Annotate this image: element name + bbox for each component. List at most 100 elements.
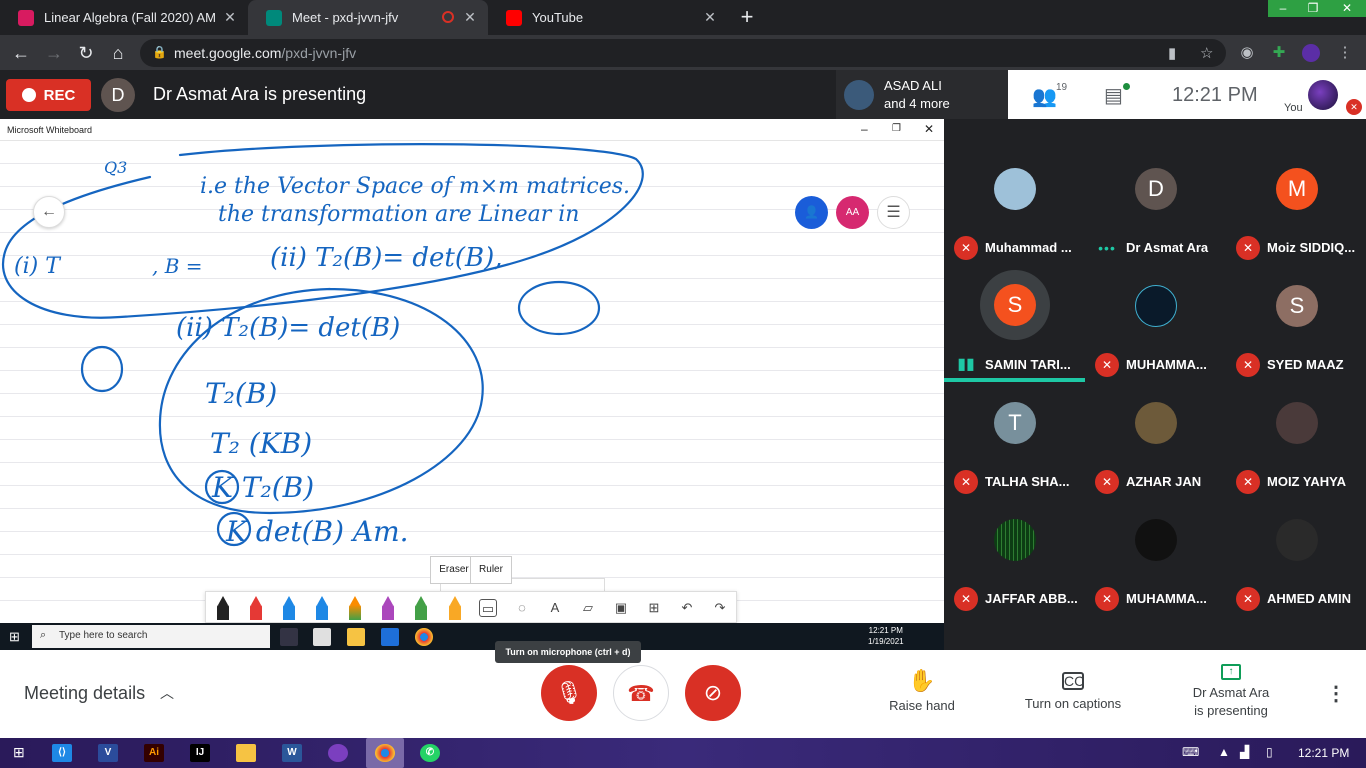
camera-toggle-button[interactable]: ⊘ — [685, 665, 741, 721]
address-bar[interactable]: 🔒 meet.google.com/pxd-jvvn-jfv ▮ ☆ — [140, 39, 1226, 67]
visio-icon[interactable]: V — [98, 744, 118, 762]
redo-icon[interactable]: ↷ — [711, 599, 729, 617]
participant-tile[interactable]: D ••• Dr Asmat Ara — [1085, 150, 1226, 267]
highlighter-green-icon[interactable] — [414, 596, 428, 620]
participant-name: MUHAMMA... — [1126, 591, 1207, 606]
participant-avatar — [1135, 519, 1177, 561]
camera-icon[interactable]: ▮ — [1168, 44, 1176, 62]
participant-tile[interactable]: ✕ AHMED AMIN — [1226, 501, 1366, 618]
back-icon[interactable]: ← — [10, 42, 32, 64]
taskview-icon — [280, 628, 298, 646]
participant-tile[interactable]: ✕ AZHAR JAN — [1085, 384, 1226, 501]
close-icon[interactable]: ✕ — [924, 122, 934, 136]
os-clock: 12:21 PM — [1298, 746, 1350, 760]
lasso-icon[interactable]: ◌ — [513, 599, 531, 617]
close-icon[interactable]: ✕ — [222, 9, 238, 25]
close-window-button[interactable]: ✕ — [1328, 0, 1366, 17]
pen-blue2-icon[interactable] — [315, 596, 329, 620]
whiteboard-user-avatar[interactable]: 👤 — [795, 196, 828, 229]
presenter-search: ⌕ Type here to search — [32, 625, 270, 648]
forward-icon[interactable]: → — [43, 42, 65, 64]
recording-icon — [442, 11, 454, 23]
windows-start-icon[interactable]: ⊞ — [13, 744, 25, 761]
tab-meet[interactable]: Meet - pxd-jvvn-jfv ✕ — [248, 0, 488, 35]
present-screen-icon: ↑ — [1221, 664, 1241, 680]
whiteboard-user-avatar-aa[interactable]: AA — [836, 196, 869, 229]
chat-icon[interactable]: ▤ — [1104, 83, 1123, 108]
tab-linear-algebra[interactable]: Linear Algebra (Fall 2020) AM ✕ — [0, 0, 248, 35]
explorer-icon[interactable] — [236, 744, 256, 762]
keyboard-icon[interactable]: ⌨ — [1182, 745, 1199, 759]
pen-black-icon[interactable] — [216, 596, 230, 620]
word-icon[interactable]: W — [282, 744, 302, 762]
new-tab-button[interactable]: + — [735, 6, 759, 30]
pen-purple-icon[interactable] — [381, 596, 395, 620]
text-icon[interactable]: A — [546, 599, 564, 617]
close-icon[interactable]: ✕ — [462, 9, 478, 25]
active-speakers[interactable]: ASAD ALI and 4 more — [836, 70, 1008, 119]
whiteboard-titlebar: Microsoft Whiteboard – ❐ ✕ — [0, 119, 944, 141]
chevron-up-icon[interactable]: ▲ — [1218, 745, 1230, 759]
undo-icon[interactable]: ↶ — [678, 599, 696, 617]
participant-tile[interactable]: ✕ MOIZ YAHYA — [1226, 384, 1366, 501]
intellij-icon[interactable]: IJ — [190, 744, 210, 762]
minimize-icon[interactable]: – — [861, 122, 868, 136]
image-icon[interactable]: ▣ — [612, 599, 630, 617]
illustrator-icon[interactable]: Ai — [144, 744, 164, 762]
shared-screen: Microsoft Whiteboard – ❐ ✕ i.e the Vecto… — [0, 119, 944, 650]
meeting-details-button[interactable]: Meeting details — [24, 683, 145, 704]
svg-text:T₂ (KB): T₂ (KB) — [210, 427, 312, 460]
whiteboard-back-button[interactable]: ← — [33, 196, 65, 228]
discord-icon[interactable] — [328, 744, 348, 762]
screenshot-icon[interactable]: ◉ — [1238, 44, 1256, 62]
whiteboard-window-title: Microsoft Whiteboard — [7, 125, 93, 135]
minimize-button[interactable]: – — [1268, 0, 1298, 17]
participant-tile[interactable]: ✕ JAFFAR ABB... — [944, 501, 1085, 618]
chevron-up-icon[interactable]: ︿ — [160, 683, 174, 703]
participant-avatar — [994, 168, 1036, 210]
extensions-icon[interactable]: ✚ — [1270, 44, 1288, 62]
chrome-icon[interactable] — [375, 744, 395, 762]
pen-blue-icon[interactable] — [282, 596, 296, 620]
pen-rainbow-icon[interactable] — [348, 596, 362, 620]
tab-youtube[interactable]: YouTube ✕ — [488, 0, 728, 35]
presenting-dots-icon: ••• — [1098, 240, 1116, 256]
profile-avatar[interactable] — [1302, 44, 1320, 62]
pen-red-icon[interactable] — [249, 596, 263, 620]
whiteboard-canvas[interactable]: i.e the Vector Space of m×m matrices. th… — [0, 141, 944, 621]
restore-icon[interactable]: ❐ — [892, 123, 901, 134]
star-icon[interactable]: ☆ — [1200, 44, 1213, 62]
battery-icon[interactable]: ▯ — [1266, 745, 1273, 759]
participant-tile[interactable]: S ✕ SYED MAAZ — [1226, 267, 1366, 384]
highlighter-yellow-icon[interactable] — [448, 596, 462, 620]
network-icon[interactable]: ▟ — [1240, 745, 1249, 759]
menu-icon[interactable]: ⋮ — [1336, 44, 1354, 62]
whatsapp-icon[interactable]: ✆ — [420, 744, 440, 762]
presenting-button[interactable]: ↑ Dr Asmat Ara is presenting — [1180, 660, 1282, 720]
participant-tile[interactable]: ✕ Muhammad ... — [944, 150, 1085, 267]
participant-tile[interactable]: ✕ MUHAMMA... — [1085, 501, 1226, 618]
insert-icon[interactable]: ⊞ — [645, 599, 663, 617]
captions-button[interactable]: CC Turn on captions — [1020, 668, 1126, 711]
whiteboard-menu-icon[interactable]: ☰ — [877, 196, 910, 229]
reload-icon[interactable]: ↻ — [75, 42, 97, 64]
participant-name: Dr Asmat Ara — [1126, 240, 1209, 255]
restore-button[interactable]: ❐ — [1298, 0, 1328, 17]
participant-tile[interactable]: S ▮▮ SAMIN TARI... — [944, 267, 1085, 384]
svg-text:T₂(B): T₂(B) — [205, 377, 277, 410]
home-icon[interactable]: ⌂ — [107, 42, 129, 64]
participant-tile[interactable]: T ✕ TALHA SHA... — [944, 384, 1085, 501]
self-avatar[interactable] — [1308, 80, 1338, 110]
people-icon[interactable]: 👥 — [1032, 84, 1057, 109]
leave-call-button[interactable]: ☎ — [613, 665, 669, 721]
vscode-icon[interactable]: ⟨⟩ — [52, 744, 72, 762]
raise-hand-button[interactable]: ✋ Raise hand — [888, 668, 956, 713]
participant-tile[interactable]: ✕ MUHAMMA... — [1085, 267, 1226, 384]
close-icon[interactable]: ✕ — [702, 9, 718, 25]
more-options-icon[interactable]: ⋮ — [1326, 681, 1346, 706]
note-icon[interactable]: ▱ — [579, 599, 597, 617]
eraser-icon[interactable]: ▭ — [479, 599, 497, 617]
participant-tile[interactable]: M ✕ Moiz SIDDIQ... — [1226, 150, 1366, 267]
presenting-line1: Dr Asmat Ara — [1192, 685, 1270, 700]
mic-toggle-button[interactable]: 🎙 — [541, 665, 597, 721]
